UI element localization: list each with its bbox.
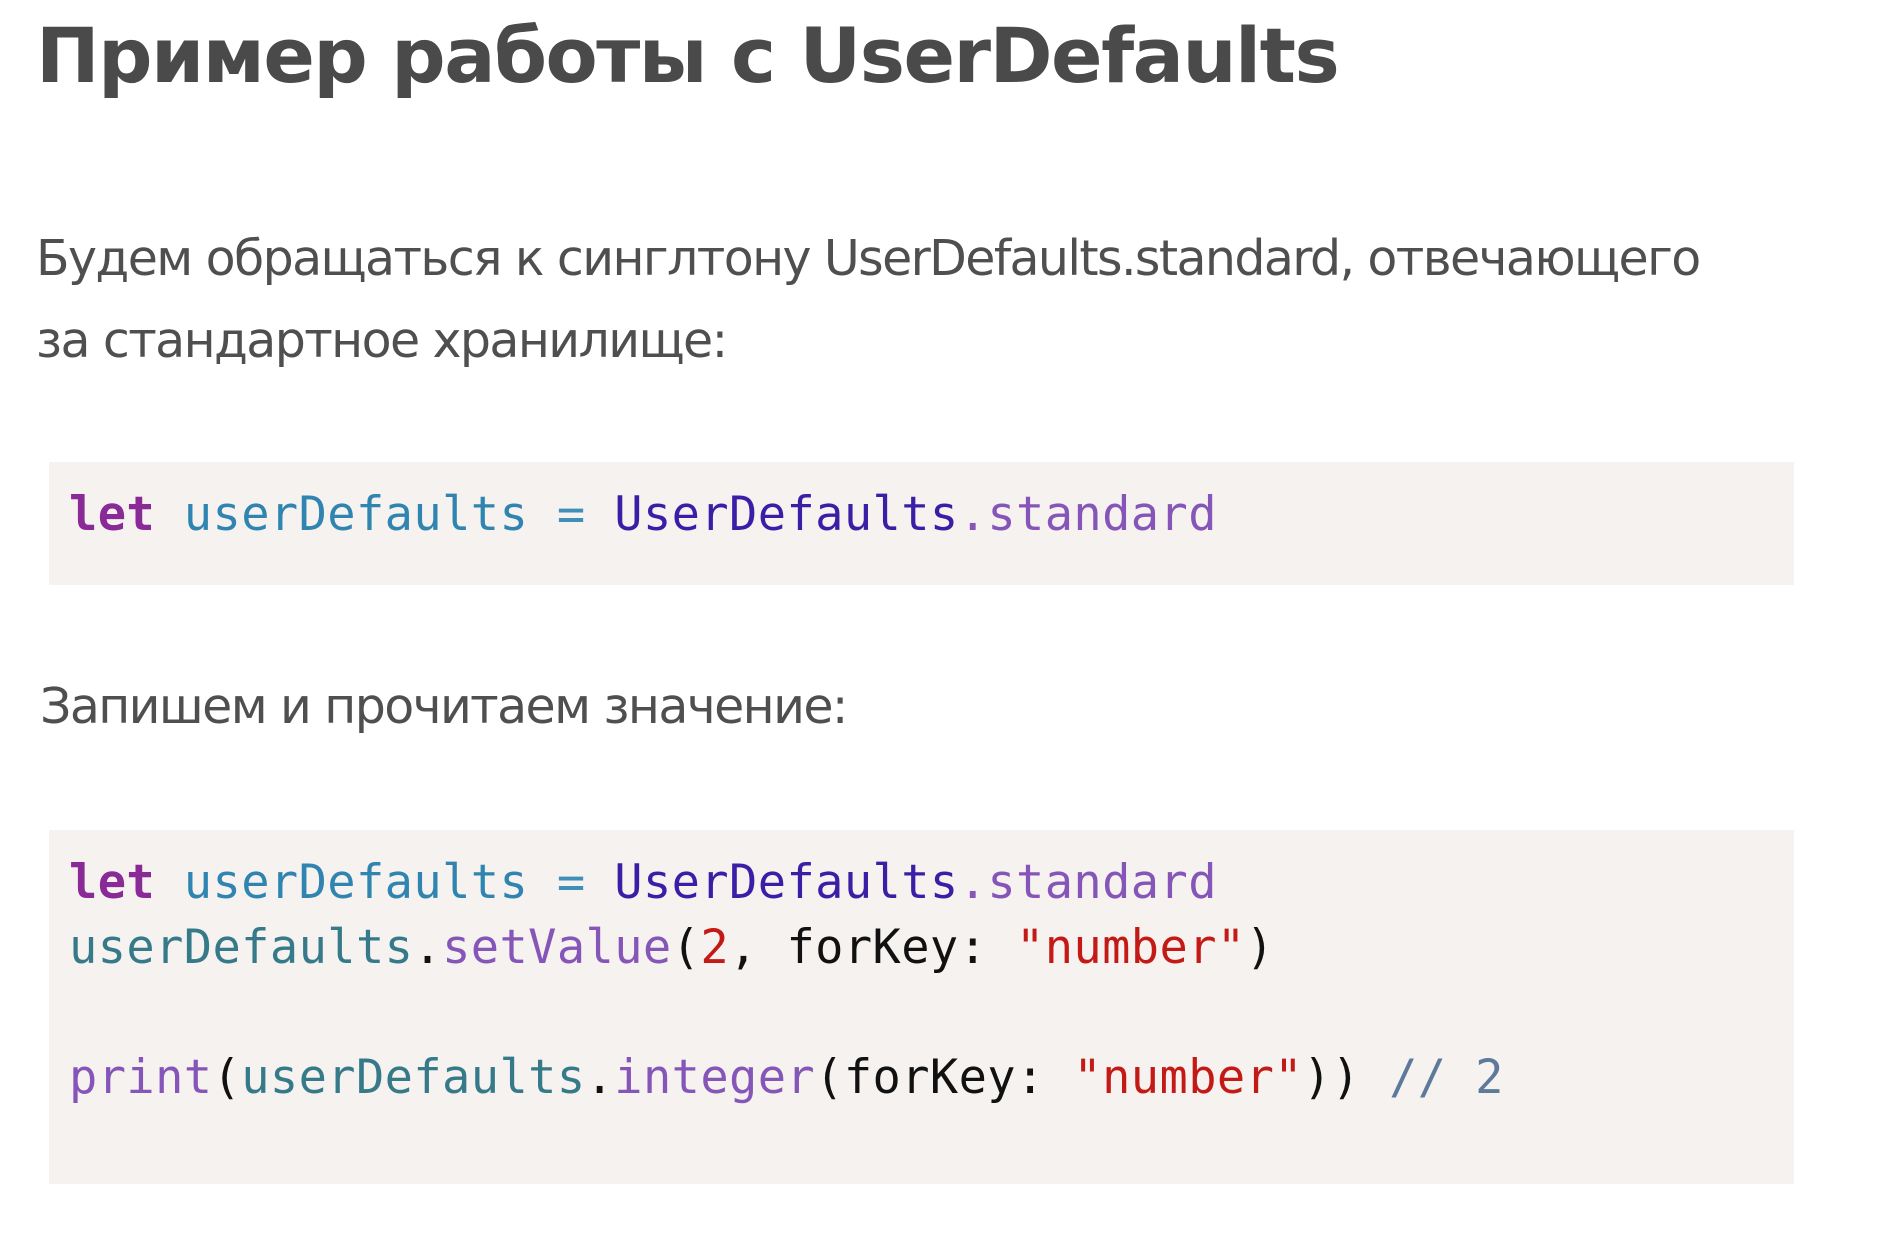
code-token-variable: userDefaults — [183, 487, 529, 542]
code-token-dot: . — [958, 487, 988, 542]
code-token-keyword: let — [69, 855, 156, 910]
code-token-string: "number" — [1016, 920, 1246, 975]
code-token-paren: )) — [1302, 1050, 1361, 1105]
code-token-variable: userDefaults — [183, 855, 529, 910]
code-token-property: standard — [987, 487, 1217, 542]
code-token-function: print — [69, 1050, 213, 1105]
code-token-paren: ( — [212, 1050, 242, 1105]
code-token-dot: . — [413, 920, 443, 975]
intro-paragraph-line-1: Будем обращаться к синглтону UserDefault… — [36, 230, 1701, 287]
code-token-paren: ( — [671, 920, 701, 975]
code-token-paren: ) — [1245, 920, 1275, 975]
code-token-type: UserDefaults — [614, 855, 959, 910]
article: Пример работы с UserDefaults Будем обращ… — [0, 0, 1892, 1252]
code-token-string: "number" — [1073, 1050, 1303, 1105]
code-token-number: 2 — [700, 920, 730, 975]
intro-paragraph: Будем обращаться к синглтону UserDefault… — [36, 218, 1701, 382]
code-block-write-read: let userDefaults = UserDefaults.standard… — [49, 830, 1794, 1184]
page-title: Пример работы с UserDefaults — [36, 11, 1340, 100]
code-token-operator: = — [556, 487, 586, 542]
code-line: let userDefaults = UserDefaults.standard — [69, 482, 1794, 547]
code-token-identifier: userDefaults — [69, 920, 414, 975]
write-read-paragraph: Запишем и прочитаем значение: — [40, 678, 848, 735]
code-token-argument-label: , forKey: — [729, 920, 1017, 975]
code-line: let userDefaults = UserDefaults.standard — [69, 850, 1794, 915]
code-token-method: integer — [614, 1050, 816, 1105]
code-block-standard: let userDefaults = UserDefaults.standard — [49, 462, 1794, 585]
code-token-type: UserDefaults — [614, 487, 959, 542]
intro-paragraph-line-2: за стандартное хранилище: — [36, 312, 728, 369]
code-token-argument-label: (forKey: — [815, 1050, 1074, 1105]
code-token-comment: // 2 — [1389, 1050, 1504, 1105]
code-token-property: standard — [987, 855, 1217, 910]
code-token-keyword: let — [69, 487, 156, 542]
code-token-dot: . — [958, 855, 988, 910]
code-token-dot: . — [585, 1050, 615, 1105]
code-line: userDefaults.setValue(2, forKey: "number… — [69, 915, 1794, 980]
code-token-method: setValue — [442, 920, 672, 975]
code-token-identifier: userDefaults — [241, 1050, 586, 1105]
code-token-operator: = — [556, 855, 586, 910]
code-line: print(userDefaults.integer(forKey: "numb… — [69, 1045, 1794, 1110]
